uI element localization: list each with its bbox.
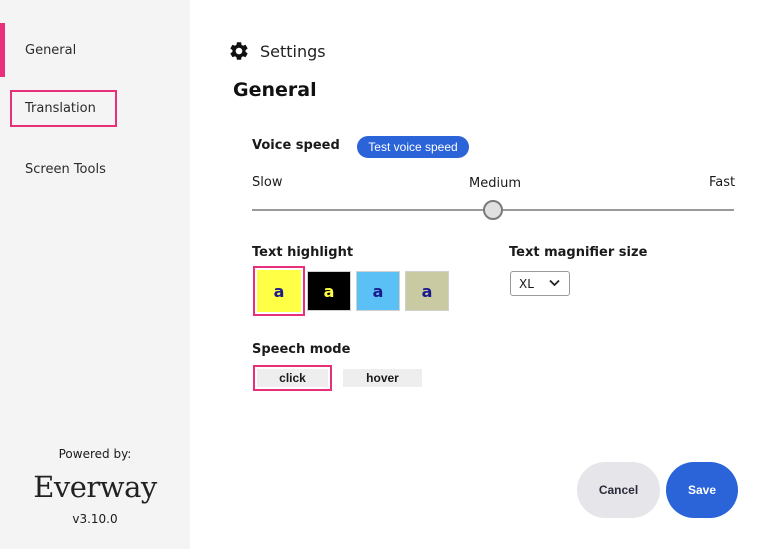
save-button[interactable]: Save	[666, 462, 738, 518]
magnifier-size-select[interactable]: XL	[510, 271, 570, 296]
powered-by-text: Powered by:	[58, 447, 132, 461]
voice-speed-slider-thumb[interactable]	[483, 200, 503, 220]
text-magnifier-label: Text magnifier size	[509, 245, 648, 260]
speed-fast-label: Fast	[709, 175, 736, 190]
brand-logo: Everway	[33, 470, 157, 504]
speech-mode-click-button[interactable]: click	[257, 369, 328, 387]
focus-outline	[10, 90, 117, 127]
highlight-swatch-yellow[interactable]: a	[257, 270, 301, 312]
sidebar: General Translation Screen Tools Powered…	[0, 0, 190, 549]
page-title: General	[233, 79, 317, 101]
settings-app: General Translation Screen Tools Powered…	[0, 0, 772, 549]
speed-medium-label: Medium	[469, 176, 521, 191]
gear-icon	[230, 42, 248, 60]
highlight-swatch-black[interactable]: a	[307, 271, 351, 311]
speech-mode-label: Speech mode	[252, 342, 351, 357]
speech-mode-hover-button[interactable]: hover	[343, 369, 422, 387]
settings-header: Settings	[228, 40, 326, 62]
settings-title: Settings	[260, 41, 326, 61]
highlight-swatch-blue[interactable]: a	[356, 271, 400, 311]
sidebar-item-label: General	[25, 42, 77, 58]
sidebar-item-label: Screen Tools	[25, 161, 106, 177]
voice-speed-label: Voice speed	[252, 138, 340, 153]
sidebar-item-general[interactable]: General	[0, 23, 190, 77]
sidebar-item-translation[interactable]: Translation	[0, 90, 190, 127]
chevron-down-icon	[549, 279, 560, 287]
speed-slow-label: Slow	[252, 175, 283, 190]
version-text: v3.10.0	[72, 512, 118, 526]
sidebar-item-screen-tools[interactable]: Screen Tools	[0, 150, 190, 188]
active-indicator	[0, 23, 5, 77]
test-voice-speed-button[interactable]: Test voice speed	[357, 136, 469, 158]
magnifier-size-value: XL	[519, 276, 534, 291]
text-highlight-label: Text highlight	[252, 245, 354, 260]
highlight-swatch-beige[interactable]: a	[405, 271, 449, 311]
cancel-button[interactable]: Cancel	[577, 462, 660, 518]
